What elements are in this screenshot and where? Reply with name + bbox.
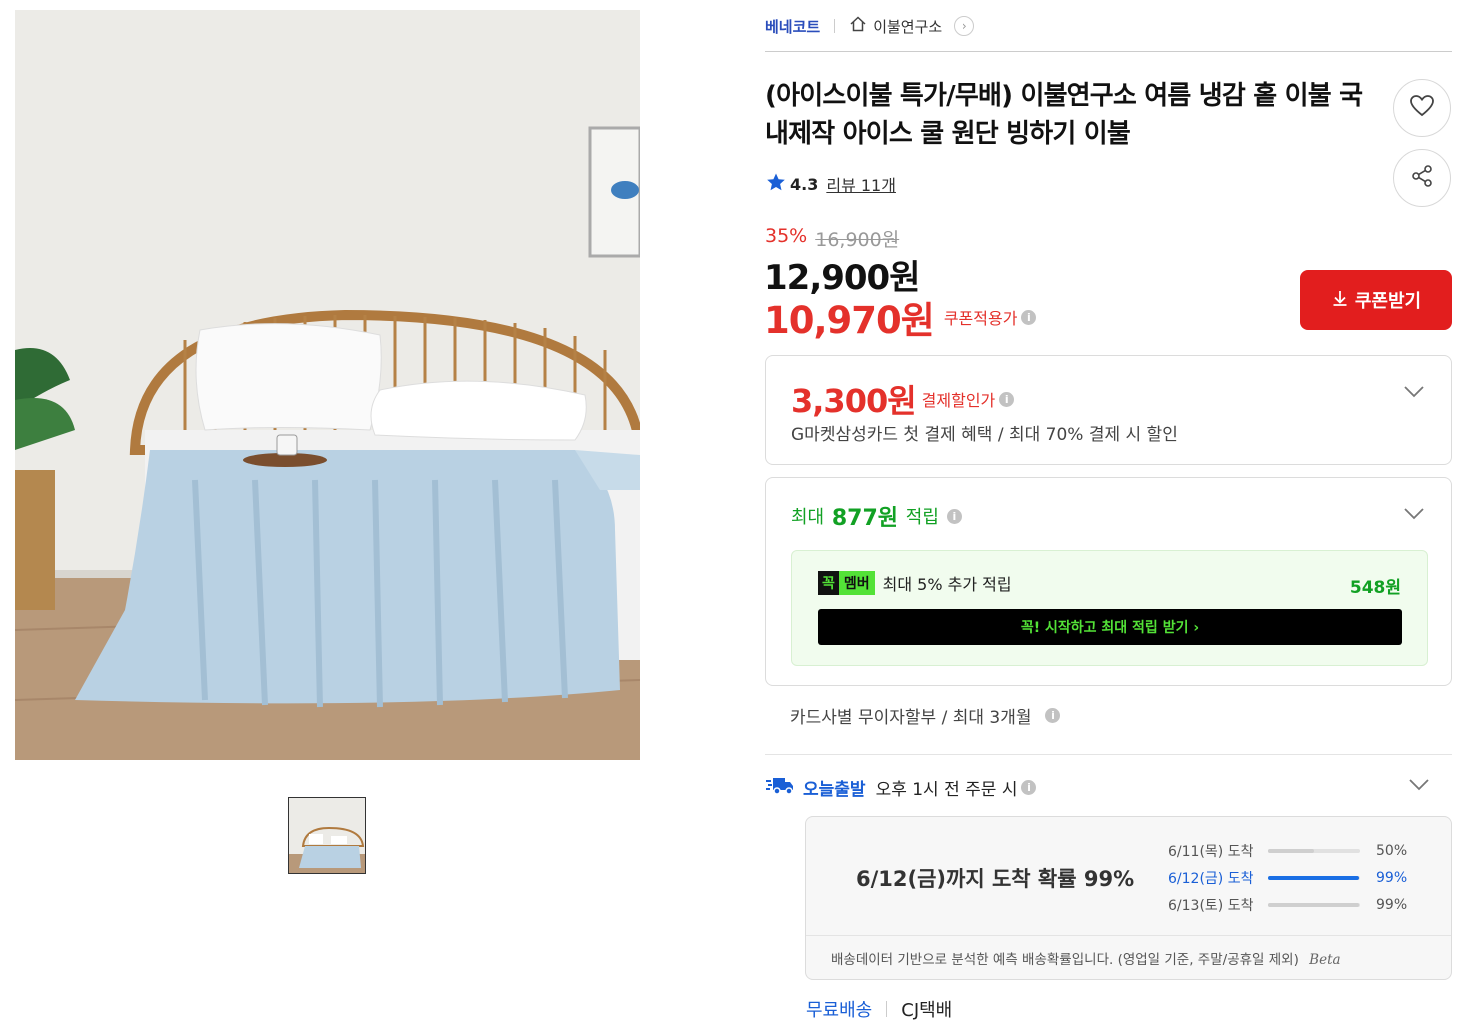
- star-icon: [766, 172, 786, 196]
- discount-rate: 35%: [765, 225, 808, 247]
- store-link[interactable]: 이불연구소 ›: [849, 15, 975, 37]
- beta-badge: Beta: [1309, 952, 1341, 968]
- installment-info: 카드사별 무이자할부 / 최대 3개월 i: [790, 703, 1061, 728]
- points-prefix: 최대: [791, 507, 825, 528]
- arrival-bar: [1268, 875, 1360, 880]
- arrival-distribution: 6/11(목) 도착 50% 6/12(금) 도착 99% 6/13(토) 도착…: [1168, 837, 1407, 918]
- shipping-footer: 무료배송 CJ택배: [806, 996, 952, 1022]
- get-coupon-button[interactable]: 쿠폰받기: [1300, 270, 1452, 330]
- shipping-header: 오늘출발 오후 1시 전 주문 시 i: [765, 775, 1037, 800]
- chevron-right-icon: ›: [954, 16, 975, 36]
- rating-score: 4.3: [790, 174, 819, 194]
- info-icon[interactable]: i: [1045, 708, 1061, 723]
- download-icon: [1331, 289, 1349, 312]
- divider: [886, 1001, 888, 1017]
- today-ship-condition: 오후 1시 전 주문 시: [875, 780, 1018, 800]
- breadcrumb-divider: [834, 19, 836, 33]
- info-icon[interactable]: i: [999, 391, 1015, 407]
- product-title: (아이스이불 특가/무배) 이불연구소 여름 냉감 홑 이불 국내제작 아이스 …: [765, 81, 1363, 149]
- chevron-down-icon[interactable]: [1403, 384, 1425, 403]
- arrival-date: 6/12(금) 도착: [1168, 870, 1254, 887]
- divider: [765, 51, 1452, 52]
- member-benefit-box: 꼭 멤버 최대 5% 추가 적립 548원 꼭! 시작하고 최대 적립 받기 ›: [791, 550, 1428, 666]
- points-headline: 최대 877원 적립 i: [791, 500, 962, 532]
- arrival-date: 6/11(목) 도착: [1168, 843, 1254, 860]
- arrival-bar: [1268, 902, 1360, 907]
- coupon-price: 10,970원 쿠폰적용가 i: [764, 290, 1037, 344]
- arrival-date: 6/13(토) 도착: [1168, 897, 1254, 914]
- original-price: 16,900원: [815, 229, 900, 251]
- arrival-bar: [1268, 848, 1360, 853]
- delivery-note-text: 배송데이터 기반으로 분석한 예측 배송확률입니다. (영업일 기준, 주말/공…: [831, 952, 1299, 968]
- member-benefit-line: 꼭 멤버 최대 5% 추가 적립: [818, 571, 1012, 595]
- brand-link[interactable]: 베네코트: [765, 16, 820, 37]
- share-icon: [1410, 164, 1434, 192]
- favorite-button[interactable]: [1393, 79, 1451, 137]
- installment-text: 카드사별 무이자할부 / 최대 3개월: [790, 708, 1032, 728]
- info-icon[interactable]: i: [1021, 780, 1037, 795]
- arrival-row: 6/13(토) 도착 99%: [1168, 891, 1407, 918]
- payment-discount-amount: 3,300원: [791, 382, 917, 420]
- breadcrumb: 베네코트 이불연구소 ›: [765, 12, 975, 40]
- share-button[interactable]: [1393, 149, 1451, 207]
- arrival-percent: 50%: [1376, 842, 1408, 859]
- payment-discount-label: 결제할인가: [921, 391, 996, 410]
- today-ship-label: 오늘출발: [803, 780, 866, 800]
- member-badge: 멤버: [838, 571, 875, 595]
- rating-summary: 4.3 리뷰 11개: [766, 172, 896, 196]
- member-benefit-amount: 548원: [1349, 578, 1401, 598]
- payment-discount-panel[interactable]: 3,300원 결제할인가 i G마켓삼성카드 첫 결제 혜택 / 최대 70% …: [765, 355, 1452, 465]
- review-count-link[interactable]: 리뷰 11개: [826, 172, 896, 196]
- points-amount: 877원: [831, 506, 899, 531]
- payment-discount-description: G마켓삼성카드 첫 결제 혜택 / 최대 70% 결제 시 할인: [791, 425, 1178, 445]
- arrival-percent: 99%: [1376, 869, 1408, 886]
- divider: [765, 754, 1452, 755]
- info-icon[interactable]: i: [1021, 309, 1037, 325]
- info-icon[interactable]: i: [946, 508, 962, 524]
- points-suffix: 적립: [905, 507, 939, 528]
- member-badge-logo: 꼭: [818, 571, 839, 595]
- member-signup-button[interactable]: 꼭! 시작하고 최대 적립 받기 ›: [818, 609, 1402, 645]
- delivery-note: 배송데이터 기반으로 분석한 예측 배송확률입니다. (영업일 기준, 주말/공…: [806, 935, 1451, 968]
- points-panel[interactable]: 최대 877원 적립 i 꼭 멤버 최대 5% 추가 적립 548원 꼭! 시작…: [765, 477, 1452, 686]
- arrival-row: 6/11(목) 도착 50%: [1168, 837, 1407, 864]
- carrier-name: CJ택배: [901, 1000, 953, 1021]
- heart-icon: [1409, 94, 1435, 122]
- chevron-down-icon[interactable]: [1408, 777, 1430, 796]
- coupon-price-amount: 10,970원: [764, 299, 935, 342]
- get-coupon-label: 쿠폰받기: [1354, 291, 1422, 312]
- payment-discount-amount-row: 3,300원 결제할인가 i: [791, 376, 1015, 422]
- chevron-down-icon[interactable]: [1403, 506, 1425, 525]
- home-icon: [849, 15, 867, 37]
- free-shipping-label: 무료배송: [806, 1000, 873, 1021]
- store-name: 이불연구소: [873, 17, 943, 36]
- arrival-probability-headline: 6/12(금)까지 도착 확률 99%: [856, 867, 1135, 891]
- product-thumbnail[interactable]: [288, 797, 366, 874]
- product-main-image: [15, 10, 640, 760]
- coupon-price-label: 쿠폰적용가: [943, 309, 1018, 328]
- delivery-forecast-panel: 6/12(금)까지 도착 확률 99% 6/11(목) 도착 50% 6/12(…: [805, 816, 1452, 980]
- arrival-row: 6/12(금) 도착 99%: [1168, 864, 1407, 891]
- arrival-percent: 99%: [1376, 896, 1408, 913]
- fast-truck-icon: [765, 775, 795, 800]
- member-benefit-text: 최대 5% 추가 적립: [882, 575, 1012, 594]
- discount-line: 35% 16,900원: [765, 225, 899, 252]
